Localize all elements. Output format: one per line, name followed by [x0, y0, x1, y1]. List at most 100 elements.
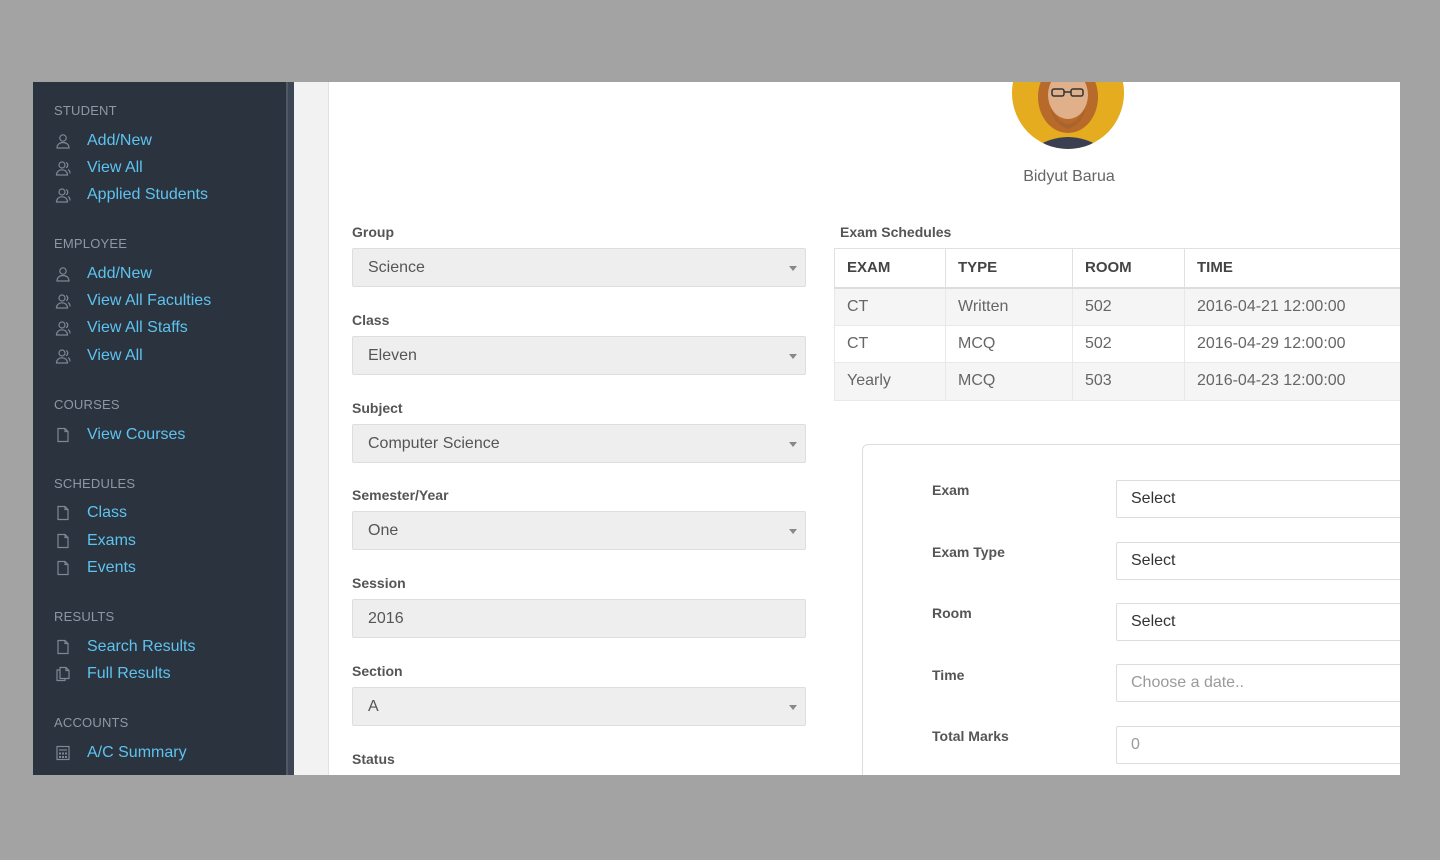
sidebar-item-student-add[interactable]: Add/New	[54, 129, 152, 153]
exam-select[interactable]: Select	[1116, 480, 1400, 518]
section-select[interactable]: A	[352, 687, 806, 726]
exam-schedules-title: Exam Schedules	[840, 224, 952, 240]
total-marks-input[interactable]: 0	[1116, 726, 1400, 764]
sidebar-item-label: Add/New	[87, 132, 152, 149]
time-label: Time	[932, 667, 965, 683]
subject-select[interactable]: Computer Science	[352, 424, 806, 463]
main-content: Bidyut Barua Group Science Class Eleven …	[329, 82, 1400, 775]
sidebar-item-view-all-faculties[interactable]: View All Faculties	[54, 289, 211, 313]
caret-down-icon	[789, 354, 797, 359]
user-icon	[54, 133, 71, 150]
table-cell: 2016-04-23 12:00:00	[1184, 362, 1400, 401]
exam-select-value: Select	[1131, 490, 1176, 507]
table-cell: MCQ	[945, 324, 1073, 363]
caret-down-icon	[789, 442, 797, 447]
sidebar-item-label: Events	[87, 559, 136, 576]
document-icon	[54, 639, 71, 656]
sidebar: STUDENT Add/New View All Applied Student…	[33, 82, 286, 775]
group-select[interactable]: Science	[352, 248, 806, 287]
table-cell: 502	[1072, 324, 1185, 363]
table-cell: CT	[834, 287, 946, 326]
sidebar-item-employee-view-all[interactable]: View All	[54, 344, 143, 368]
sidebar-item-label: View All Staffs	[87, 319, 188, 336]
exam-label: Exam	[932, 482, 970, 498]
document-icon	[54, 427, 71, 444]
user-icon	[54, 266, 71, 283]
sidebar-item-class[interactable]: Class	[54, 501, 127, 525]
avatar	[1012, 82, 1124, 149]
table-cell: CT	[834, 324, 946, 363]
users-icon	[54, 187, 71, 204]
sidebar-section-results: RESULTS	[54, 609, 115, 624]
sidebar-section-schedules: SCHEDULES	[54, 476, 136, 491]
sidebar-item-label: Exams	[87, 532, 136, 549]
caret-down-icon	[789, 529, 797, 534]
sidebar-item-label: View All	[87, 159, 143, 176]
table-cell: 503	[1072, 362, 1185, 401]
table-cell: 2016-04-29 12:00:00	[1184, 324, 1400, 363]
users-icon	[54, 348, 71, 365]
table-row: CT MCQ 502 2016-04-29 12:00:00	[834, 324, 1400, 363]
semester-label: Semester/Year	[352, 487, 449, 503]
users-icon	[54, 320, 71, 337]
session-input-value: 2016	[368, 609, 404, 627]
class-label: Class	[352, 312, 390, 328]
total-marks-placeholder: 0	[1131, 736, 1140, 753]
sidebar-item-employee-add[interactable]: Add/New	[54, 262, 152, 286]
sidebar-item-view-courses[interactable]: View Courses	[54, 423, 185, 447]
documents-icon	[54, 666, 71, 683]
sidebar-item-label: View Courses	[87, 426, 186, 443]
time-date-input[interactable]: Choose a date..	[1116, 664, 1400, 702]
document-icon	[54, 560, 71, 577]
sidebar-item-full-results[interactable]: Full Results	[54, 662, 171, 686]
class-select[interactable]: Eleven	[352, 336, 806, 375]
caret-down-icon	[789, 705, 797, 710]
sidebar-item-label: Search Results	[87, 638, 196, 655]
section-label: Section	[352, 663, 403, 679]
document-icon	[54, 505, 71, 522]
table-header-row: EXAM TYPE ROOM TIME	[834, 248, 1400, 289]
sidebar-item-label: A/C Summary	[87, 744, 187, 761]
column-header-room: ROOM	[1072, 248, 1185, 289]
sidebar-item-label: Class	[87, 504, 128, 521]
time-date-placeholder: Choose a date..	[1131, 674, 1244, 691]
sidebar-item-label: View All	[87, 347, 143, 364]
document-icon	[54, 533, 71, 550]
exam-type-select[interactable]: Select	[1116, 542, 1400, 580]
caret-down-icon	[789, 266, 797, 271]
sidebar-item-label: Full Results	[87, 665, 171, 682]
room-label: Room	[932, 605, 972, 621]
table-cell: Written	[945, 287, 1073, 326]
sidebar-section-employee: EMPLOYEE	[54, 236, 128, 251]
sidebar-item-search-results[interactable]: Search Results	[54, 635, 196, 659]
users-icon	[54, 293, 71, 310]
sidebar-scrollbar[interactable]	[286, 82, 294, 775]
sidebar-section-courses: COURSES	[54, 397, 120, 412]
section-select-value: A	[368, 697, 379, 715]
sidebar-item-ac-summary[interactable]: A/C Summary	[54, 741, 187, 765]
app-window: STUDENT Add/New View All Applied Student…	[33, 82, 1400, 775]
session-label: Session	[352, 575, 406, 591]
column-header-exam: EXAM	[834, 248, 946, 289]
sidebar-item-events[interactable]: Events	[54, 556, 136, 580]
sidebar-item-exams[interactable]: Exams	[54, 529, 136, 553]
room-select[interactable]: Select	[1116, 603, 1400, 641]
table-cell: 502	[1072, 287, 1185, 326]
sidebar-item-label: Add/New	[87, 265, 152, 282]
table-cell: 2016-04-21 12:00:00	[1184, 287, 1400, 326]
group-label: Group	[352, 224, 394, 240]
sidebar-item-label: Applied Students	[87, 186, 208, 203]
sidebar-item-applied-students[interactable]: Applied Students	[54, 183, 208, 207]
sidebar-item-view-all-staffs[interactable]: View All Staffs	[54, 316, 188, 340]
session-input[interactable]: 2016	[352, 599, 806, 638]
column-header-time: TIME	[1184, 248, 1400, 289]
room-select-value: Select	[1131, 613, 1176, 630]
profile-name: Bidyut Barua	[1023, 168, 1115, 185]
calculator-icon	[54, 745, 71, 762]
semester-select[interactable]: One	[352, 511, 806, 550]
table-cell: MCQ	[945, 362, 1073, 401]
subject-select-value: Computer Science	[368, 434, 500, 452]
exam-type-label: Exam Type	[932, 544, 1005, 560]
sidebar-item-student-view-all[interactable]: View All	[54, 156, 143, 180]
sidebar-item-label: View All Faculties	[87, 292, 212, 309]
